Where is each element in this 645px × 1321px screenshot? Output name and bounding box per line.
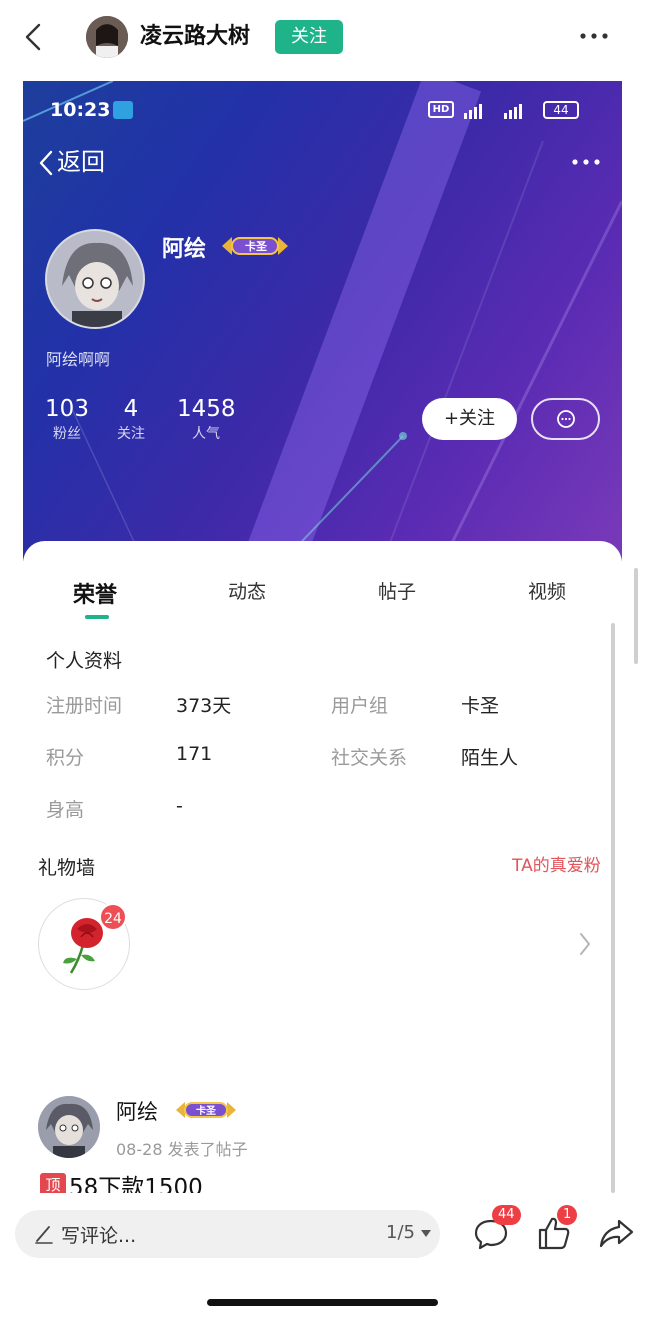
profile-follow-button: +关注 [422,398,517,440]
post-meta: 08-28 发表了帖子 [116,1136,248,1160]
post-action: 发表了帖子 [167,1140,248,1159]
info-value: - [176,795,183,817]
info-label: 注册时间 [46,695,123,717]
message-icon [557,410,575,428]
gift-wall-title: 礼物墙 [38,857,96,879]
info-value: 陌生人 [461,747,519,769]
profile-signature: 阿绘啊啊 [46,350,111,369]
page-indicator[interactable]: 1/5 [386,1222,415,1243]
bottom-toolbar: 写评论... 1/5 44 1 [0,1193,645,1321]
profile-panel: 荣誉 动态 帖子 视频 个人资料 注册时间 373天 用户组 卡圣 积分 171… [23,541,622,1193]
post-author-avatar [38,1096,100,1158]
back-icon[interactable] [22,22,44,52]
rank-label: 卡圣 [245,240,267,253]
stat-following: 4 关注 [117,396,145,442]
comment-placeholder: 写评论... [61,1225,137,1247]
page-scrollbar[interactable] [634,568,638,664]
signal-icon [464,104,522,119]
info-label: 积分 [46,747,85,769]
share-icon[interactable] [596,1213,636,1253]
post-title: 58下款1500 [69,1175,203,1193]
pinned-tag: 顶 [40,1173,66,1193]
battery-indicator: 44 [543,101,579,119]
tab-activity: 动态 [228,581,267,603]
hd-badge: HD [428,101,454,118]
top-bar: 凌云路大树 关注 [0,0,645,76]
active-tab-indicator [85,615,109,619]
back-label: 返回 [57,148,105,176]
status-time: 10:23 [50,99,111,121]
true-fans-link: TA的真爱粉 [512,856,601,876]
comment-count-badge: 44 [492,1205,521,1225]
gift-count-badge: 24 [99,903,127,931]
profile-avatar [45,229,145,329]
post-date: 08-28 [116,1140,163,1159]
info-section-title: 个人资料 [46,650,123,672]
profile-message-button [531,398,600,440]
post-author-name: 阿绘 [116,1100,158,1124]
home-indicator[interactable] [207,1299,438,1306]
author-name[interactable]: 凌云路大树 [140,20,250,54]
rank-label: 卡圣 [196,1106,216,1117]
author-avatar[interactable] [86,16,128,58]
profile-name: 阿绘 [162,237,207,262]
tab-videos: 视频 [528,581,567,603]
stat-popularity: 1458 人气 [177,396,236,442]
info-label: 身高 [46,799,85,821]
info-value: 171 [176,743,213,765]
back-icon [39,150,53,176]
pen-icon [35,1226,53,1244]
more-icon [572,159,600,165]
caret-down-icon [421,1230,431,1237]
info-value: 卡圣 [461,695,500,717]
profile-hero: 10:23 HD 44 返回 阿绘 卡圣 阿绘啊啊 103 粉丝 4 关注 14… [23,81,622,561]
like-count-badge: 1 [557,1205,578,1225]
chevron-right-icon [580,933,590,955]
tab-posts: 帖子 [378,581,417,603]
post-screenshot-image[interactable]: 10:23 HD 44 返回 阿绘 卡圣 阿绘啊啊 103 粉丝 4 关注 14… [23,81,622,1193]
more-icon[interactable] [578,30,610,42]
comment-input[interactable]: 写评论... 1/5 [15,1210,440,1258]
tab-honor: 荣誉 [73,583,118,608]
follow-button[interactable]: 关注 [275,20,343,54]
stat-fans: 103 粉丝 [45,396,89,442]
app-status-icon [113,101,133,119]
info-label: 用户组 [331,695,389,717]
info-value: 373天 [176,695,232,717]
panel-scrollbar [611,623,615,1193]
info-label: 社交关系 [331,747,408,769]
